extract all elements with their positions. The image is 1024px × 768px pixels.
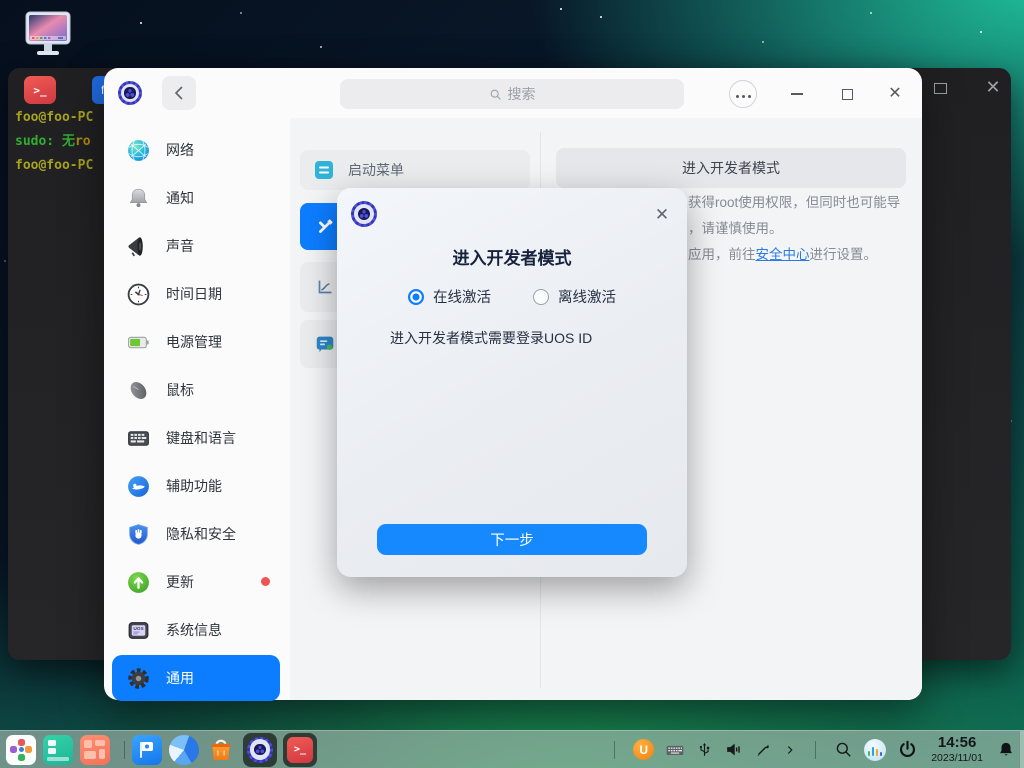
maximize-icon: [842, 89, 853, 100]
mouse-icon: [126, 378, 151, 403]
grand-search-icon[interactable]: [834, 740, 853, 759]
pen-tray-icon[interactable]: [754, 741, 772, 759]
update-icon: [126, 570, 151, 595]
weather-tray-icon[interactable]: [864, 739, 886, 761]
radio-unselected-icon[interactable]: [533, 289, 549, 305]
notification-bell-icon[interactable]: [996, 740, 1016, 760]
sidebar-item-accessibility[interactable]: 辅助功能: [104, 462, 290, 510]
sound-icon: [126, 234, 151, 259]
show-desktop-button[interactable]: [1019, 731, 1024, 768]
terminal-maximize-button[interactable]: [934, 83, 947, 94]
power-icon: [126, 330, 151, 355]
taskbar-separator: [124, 741, 125, 759]
datetime-icon: [126, 282, 151, 307]
notification-icon: [126, 186, 151, 211]
app-store-icon[interactable]: [206, 735, 236, 765]
back-button[interactable]: [162, 76, 196, 110]
sidebar-item-general[interactable]: 通用: [112, 655, 280, 701]
radio-selected-icon[interactable]: [408, 289, 424, 305]
computer-desktop-icon[interactable]: [22, 10, 74, 60]
network-icon: [126, 138, 151, 163]
search-icon: [489, 88, 502, 101]
terminal-app-icon: >_: [24, 76, 56, 104]
next-step-button[interactable]: 下一步: [377, 524, 647, 555]
enter-developer-mode-button[interactable]: 进入开发者模式: [556, 148, 906, 188]
experience-plan-icon: [314, 276, 336, 298]
terminal-taskbar-active[interactable]: >_: [283, 733, 317, 767]
sidebar-item-keyboard[interactable]: 键盘和语言: [104, 414, 290, 462]
close-button[interactable]: ✕: [881, 80, 909, 108]
control-center-icon: [247, 737, 273, 763]
sidebar-item-system-info[interactable]: UOS 系统信息: [104, 606, 290, 654]
maximize-button[interactable]: [833, 80, 861, 108]
tray-separator-2: [815, 741, 816, 759]
activation-options: 在线激活 离线激活: [337, 286, 687, 307]
expand-chevron-icon[interactable]: [783, 742, 797, 758]
launcher-icon[interactable]: [6, 735, 36, 765]
minimize-button[interactable]: [783, 80, 811, 108]
system-info-icon: UOS: [126, 618, 151, 643]
control-center-taskbar-active[interactable]: [243, 733, 277, 767]
terminal-icon: >_: [287, 737, 313, 763]
close-icon: ✕: [888, 86, 901, 102]
feedback-icon: [314, 333, 336, 355]
info-line-1: 获得root使用权限，但同时也可能导: [688, 190, 900, 216]
sidebar-item-mouse[interactable]: 鼠标: [104, 366, 290, 414]
info-line-2: ，请谨慎使用。: [688, 216, 900, 242]
clock-time: 14:56: [931, 735, 983, 750]
developer-mode-dialog: ✕ 进入开发者模式 在线激活 离线激活 进入开发者模式需要登录UOS ID 下一…: [337, 188, 687, 577]
sidebar-item-network[interactable]: 网络: [104, 126, 290, 174]
computer-monitor-icon: [22, 10, 74, 60]
offline-activation-option[interactable]: 离线激活: [533, 286, 616, 307]
list-item-launch-menu[interactable]: 启动菜单: [300, 150, 530, 190]
launch-menu-icon: [314, 160, 334, 180]
sidebar-item-datetime[interactable]: 时间日期: [104, 270, 290, 318]
search-input[interactable]: 搜索: [340, 79, 684, 109]
developer-mode-description: 获得root使用权限，但同时也可能导 ，请谨慎使用。 应用，前往安全中心进行设置…: [688, 190, 900, 268]
volume-tray-icon[interactable]: [724, 740, 743, 759]
dialog-logo-icon: [351, 201, 377, 227]
file-manager-icon[interactable]: [132, 735, 162, 765]
menu-button[interactable]: [729, 80, 757, 108]
chevron-left-icon: [174, 86, 184, 100]
sidebar: 网络 通知 声音: [104, 126, 290, 701]
taskbar-clock[interactable]: 14:56 2023/11/01: [931, 735, 983, 764]
sidebar-item-notifications[interactable]: 通知: [104, 174, 290, 222]
system-tray: U: [607, 735, 1024, 764]
dialog-title: 进入开发者模式: [337, 244, 687, 269]
browser-icon[interactable]: [169, 735, 199, 765]
keyboard-icon: [126, 426, 151, 451]
sidebar-item-power[interactable]: 电源管理: [104, 318, 290, 366]
usb-tray-icon[interactable]: [696, 740, 713, 759]
taskbar: >_ U: [0, 730, 1024, 768]
search-placeholder: 搜索: [508, 84, 536, 104]
sidebar-item-sound[interactable]: 声音: [104, 222, 290, 270]
general-gear-icon: [126, 666, 151, 691]
uos-id-tray-icon[interactable]: U: [633, 739, 654, 760]
sidebar-item-update[interactable]: 更新: [104, 558, 290, 606]
minimize-icon: [791, 93, 803, 95]
update-badge: [261, 577, 270, 586]
sidebar-item-privacy[interactable]: 隐私和安全: [104, 510, 290, 558]
terminal-close-button[interactable]: ✕: [980, 74, 1006, 100]
keyboard-tray-icon[interactable]: [665, 740, 685, 760]
online-activation-option[interactable]: 在线激活: [408, 286, 491, 307]
accessibility-icon: [126, 474, 151, 499]
security-center-link[interactable]: 安全中心: [756, 247, 810, 262]
clock-date: 2023/11/01: [931, 753, 983, 764]
info-line-3: 应用，前往安全中心进行设置。: [688, 242, 900, 268]
wallpaper-stars: [0, 0, 2, 2]
power-tray-icon[interactable]: [897, 739, 918, 760]
app-grid-icon[interactable]: [80, 735, 110, 765]
svg-text:UOS: UOS: [133, 625, 143, 631]
tray-separator: [614, 741, 615, 759]
dialog-hint: 进入开发者模式需要登录UOS ID: [390, 328, 592, 348]
control-center-logo-icon: [118, 81, 142, 105]
ellipsis-icon: [734, 85, 752, 103]
dialog-close-button[interactable]: ✕: [651, 204, 673, 226]
developer-mode-icon: [314, 216, 336, 238]
privacy-shield-icon: [126, 522, 151, 547]
multitasking-icon[interactable]: [43, 735, 73, 765]
terminal-output: foo@foo-PCsudo: 无rofoo@foo-PC: [15, 106, 93, 178]
